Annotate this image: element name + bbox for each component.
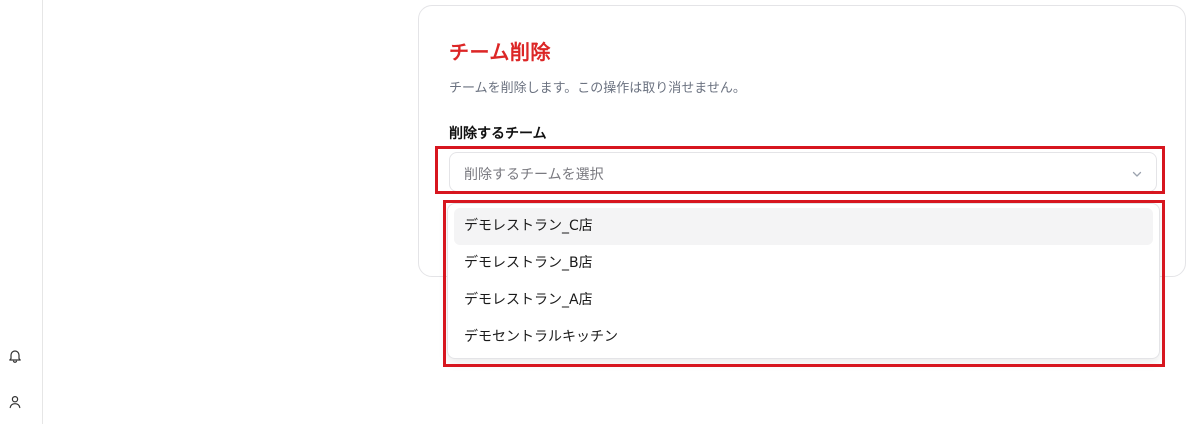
- option-demo-central-kitchen[interactable]: デモセントラルキッチン: [454, 319, 1153, 356]
- option-demo-restaurant-b[interactable]: デモレストラン_B店: [454, 245, 1153, 282]
- team-select-placeholder: 削除するチームを選択: [464, 167, 604, 183]
- chevron-down-icon: [1130, 166, 1144, 180]
- card-title: チーム削除: [449, 40, 551, 64]
- user-icon[interactable]: [7, 394, 23, 410]
- option-demo-restaurant-c[interactable]: デモレストラン_C店: [454, 208, 1153, 245]
- team-select-label: 削除するチーム: [449, 126, 547, 142]
- option-demo-restaurant-a[interactable]: デモレストラン_A店: [454, 282, 1153, 319]
- team-dropdown-list: デモレストラン_C店 デモレストラン_B店 デモレストラン_A店 デモセントラル…: [447, 203, 1160, 359]
- team-select[interactable]: 削除するチームを選択: [449, 152, 1157, 192]
- sidebar: [0, 0, 43, 424]
- card-description: チームを削除します。この操作は取り消せません。: [449, 81, 746, 96]
- bell-icon[interactable]: [7, 348, 23, 364]
